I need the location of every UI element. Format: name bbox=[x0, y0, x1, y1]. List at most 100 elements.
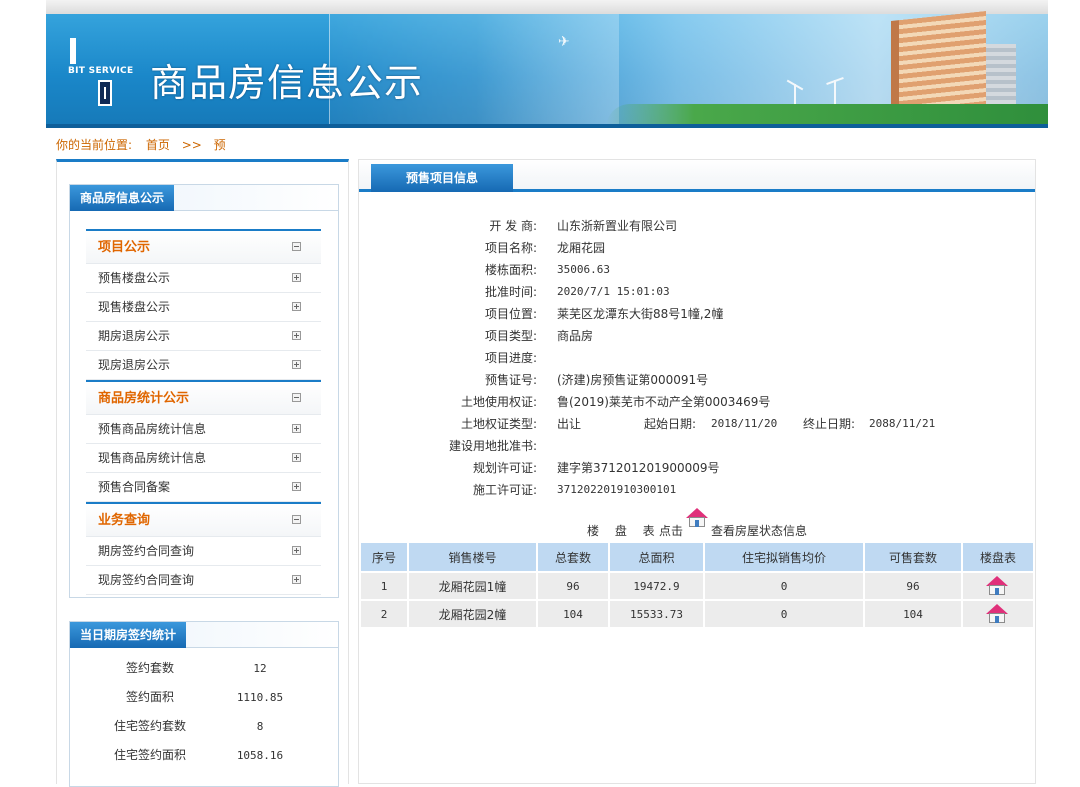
info-label: 开 发 商: bbox=[489, 219, 537, 233]
info-row-building-area: 楼栋面积: 35006.63 bbox=[359, 259, 1035, 281]
breadcrumb-home-link[interactable]: 首页 bbox=[146, 138, 170, 152]
menu-group-label: 业务查询 bbox=[98, 513, 151, 528]
sidebar-item-presale-projects[interactable]: 预售楼盘公示 bbox=[86, 264, 321, 293]
info-value: 莱芜区龙潭东大街88号1幢,2幢 bbox=[557, 307, 724, 321]
collapse-icon[interactable] bbox=[292, 515, 301, 524]
sidebar-item-label: 预售楼盘公示 bbox=[98, 271, 171, 285]
sidebar-item-label: 现房退房公示 bbox=[98, 358, 171, 372]
collapse-icon[interactable] bbox=[292, 393, 301, 402]
info-value: 建字第371201201900009号 bbox=[557, 461, 720, 475]
expand-icon[interactable] bbox=[292, 424, 301, 433]
info-row-project-name: 项目名称: 龙厢花园 bbox=[359, 237, 1035, 259]
menu-box: 商品房信息公示 项目公示 预售楼盘公示 现售楼盘公示 期房退房公示 现房退房公示… bbox=[69, 184, 339, 598]
table-cell: 96 bbox=[538, 573, 608, 599]
table-cell: 0 bbox=[705, 601, 863, 627]
sidebar-item-label: 现售商品房统计信息 bbox=[98, 451, 207, 465]
logo-mark bbox=[70, 38, 76, 64]
table-cell: 龙厢花园2幢 bbox=[409, 601, 536, 627]
sidebar-item-sale-returns[interactable]: 现房退房公示 bbox=[86, 351, 321, 380]
info-value: 2088/11/21 bbox=[869, 417, 936, 430]
table-cell: 96 bbox=[865, 573, 961, 599]
info-row-location: 项目位置: 莱芜区龙潭东大街88号1幢,2幢 bbox=[359, 303, 1035, 325]
building-table: 序号 销售楼号 总套数 总面积 住宅拟销售均价 可售套数 楼盘表 1 龙厢花园1… bbox=[359, 541, 1035, 629]
panbiao-line: 楼 盘 表 点击 查看房屋状态信息 bbox=[359, 508, 1035, 538]
breadcrumb-separator: >> bbox=[181, 138, 202, 152]
logo-icon bbox=[98, 80, 112, 106]
collapse-icon[interactable] bbox=[292, 242, 301, 251]
table-header: 序号 bbox=[361, 543, 407, 571]
info-value: 35006.63 bbox=[557, 263, 610, 276]
info-label: 终止日期: bbox=[803, 417, 856, 431]
sidebar-item-sale-contract-query[interactable]: 现房签约合同查询 bbox=[86, 566, 321, 595]
panbiao-label: 楼 盘 表 bbox=[587, 524, 661, 538]
expand-icon[interactable] bbox=[292, 453, 301, 462]
stats-value: 1110.85 bbox=[236, 691, 284, 704]
menu-group-title[interactable]: 项目公示 bbox=[86, 231, 321, 264]
table-header-row: 序号 销售楼号 总套数 总面积 住宅拟销售均价 可售套数 楼盘表 bbox=[361, 543, 1033, 571]
expand-icon[interactable] bbox=[292, 331, 301, 340]
info-value: 2018/11/20 bbox=[711, 417, 778, 430]
menu-group-title[interactable]: 商品房统计公示 bbox=[86, 382, 321, 415]
sidebar-item-sale-projects[interactable]: 现售楼盘公示 bbox=[86, 293, 321, 322]
sidebar-item-label: 现房签约合同查询 bbox=[98, 573, 195, 587]
sidebar-item-label: 预售商品房统计信息 bbox=[98, 422, 207, 436]
stats-box-title: 当日期房签约统计 bbox=[70, 622, 187, 648]
table-cell: 104 bbox=[865, 601, 961, 627]
table-header: 可售套数 bbox=[865, 543, 961, 571]
expand-icon[interactable] bbox=[292, 302, 301, 311]
table-header: 住宅拟销售均价 bbox=[705, 543, 863, 571]
info-value: 371202201910300101 bbox=[557, 483, 677, 496]
table-cell: 1 bbox=[361, 573, 407, 599]
expand-icon[interactable] bbox=[292, 360, 301, 369]
info-label: 起始日期: bbox=[644, 417, 697, 431]
menu-box-header: 商品房信息公示 bbox=[70, 185, 338, 211]
expand-icon[interactable] bbox=[292, 482, 301, 491]
stats-list: 签约套数 12 签约面积 1110.85 住宅签约套数 8 住宅签约面积 105… bbox=[70, 654, 338, 770]
house-icon[interactable] bbox=[985, 576, 1011, 596]
info-label: 建设用地批准书: bbox=[448, 439, 537, 453]
sidebar-item-sale-stats[interactable]: 现售商品房统计信息 bbox=[86, 444, 321, 473]
stats-box-header: 当日期房签约统计 bbox=[70, 622, 338, 648]
menu-group-statistics: 商品房统计公示 预售商品房统计信息 现售商品房统计信息 预售合同备案 bbox=[86, 380, 321, 502]
site-banner: ✈ BIT SERVICE 商品房信息公示 bbox=[46, 0, 1048, 128]
house-icon[interactable] bbox=[685, 508, 709, 528]
sidebar-item-presale-returns[interactable]: 期房退房公示 bbox=[86, 322, 321, 351]
info-label: 施工许可证: bbox=[472, 483, 537, 497]
sidebar-item-presale-contract-query[interactable]: 期房签约合同查询 bbox=[86, 537, 321, 566]
house-icon[interactable] bbox=[985, 604, 1011, 624]
sidebar: 商品房信息公示 项目公示 预售楼盘公示 现售楼盘公示 期房退房公示 现房退房公示… bbox=[56, 159, 349, 787]
menu-group-title[interactable]: 业务查询 bbox=[86, 504, 321, 537]
table-cell: 0 bbox=[705, 573, 863, 599]
info-label: 土地使用权证: bbox=[460, 395, 537, 409]
sidebar-item-label: 现售楼盘公示 bbox=[98, 300, 171, 314]
expand-icon[interactable] bbox=[292, 546, 301, 555]
info-value: 龙厢花园 bbox=[557, 241, 606, 255]
table-header: 总面积 bbox=[610, 543, 703, 571]
info-row-land-right: 土地使用权证: 鲁(2019)莱芜市不动产全第0003469号 bbox=[359, 391, 1035, 413]
table-header: 总套数 bbox=[538, 543, 608, 571]
stats-value: 12 bbox=[253, 662, 267, 675]
expand-icon[interactable] bbox=[292, 575, 301, 584]
info-value: 商品房 bbox=[557, 329, 594, 343]
sidebar-item-label: 期房签约合同查询 bbox=[98, 544, 195, 558]
tab-presale-info[interactable]: 预售项目信息 bbox=[371, 164, 513, 192]
table-cell: 19472.9 bbox=[610, 573, 703, 599]
sidebar-item-presale-stats[interactable]: 预售商品房统计信息 bbox=[86, 415, 321, 444]
breadcrumb-current: 预 bbox=[213, 138, 226, 152]
stats-label: 签约套数 bbox=[125, 661, 174, 675]
sidebar-item-contract-filing[interactable]: 预售合同备案 bbox=[86, 473, 321, 502]
expand-icon[interactable] bbox=[292, 273, 301, 282]
menu-box-title: 商品房信息公示 bbox=[70, 185, 175, 211]
banner-top-strip bbox=[46, 0, 1048, 14]
info-value: (济建)房预售证第000091号 bbox=[557, 373, 709, 387]
breadcrumb: 你的当前位置: 首页 >> 预 bbox=[56, 136, 226, 153]
panbiao-hint-link[interactable]: 查看房屋状态信息 bbox=[711, 522, 807, 539]
table-cell: 15533.73 bbox=[610, 601, 703, 627]
table-cell: 龙厢花园1幢 bbox=[409, 573, 536, 599]
sidebar-item-label: 预售合同备案 bbox=[98, 480, 171, 494]
stats-row: 签约套数 12 bbox=[70, 654, 338, 683]
table-header: 销售楼号 bbox=[409, 543, 536, 571]
info-row-land-right-type: 土地权证类型: 出让 起始日期: 2018/11/20 终止日期: 2088/1… bbox=[359, 413, 1035, 435]
info-row-type: 项目类型: 商品房 bbox=[359, 325, 1035, 347]
stats-label: 签约面积 bbox=[125, 690, 174, 704]
